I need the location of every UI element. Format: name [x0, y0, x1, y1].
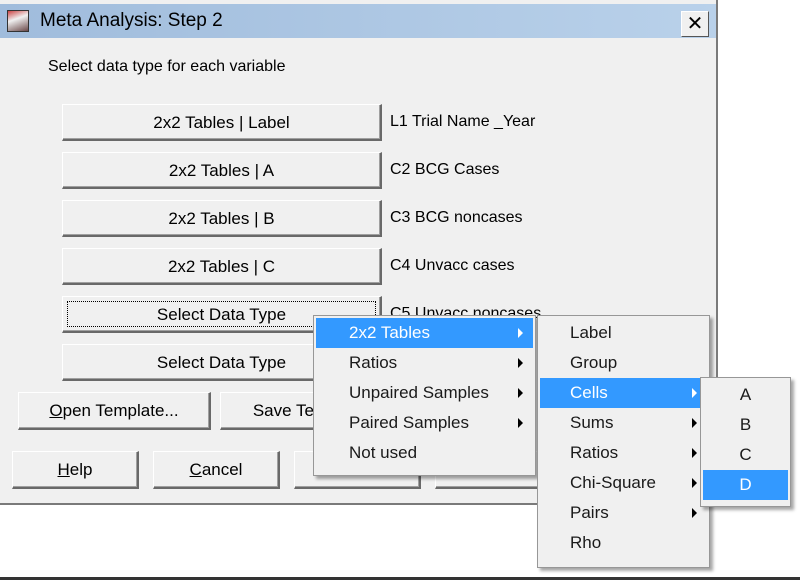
menu-item-label: Ratios: [349, 353, 398, 372]
2x2-tables-submenu: Label Group Cells Sums Ratios Chi-Square…: [537, 315, 710, 568]
submenu-arrow-icon: [692, 418, 697, 428]
submenu-arrow-icon: [692, 388, 697, 398]
submenu-arrow-icon: [518, 418, 523, 428]
variable-label-4: C4 Unvacc cases: [390, 257, 515, 274]
menu-item-unpaired-samples[interactable]: Unpaired Samples: [316, 378, 533, 408]
variable-label-1: L1 Trial Name _Year: [390, 113, 536, 130]
menu-item-label: Cells: [570, 383, 608, 402]
close-button[interactable]: ✕: [681, 11, 709, 37]
menu-item-label: Sums: [570, 413, 614, 432]
cancel-label: ancel: [201, 460, 243, 479]
open-mnemonic: O: [49, 401, 63, 420]
menu-item-rho[interactable]: Rho: [540, 528, 707, 558]
menu-item-ratios[interactable]: Ratios: [316, 348, 533, 378]
data-type-button-1[interactable]: 2x2 Tables | Label: [62, 104, 382, 141]
help-label: elp: [69, 460, 93, 479]
window-title: Meta Analysis: Step 2: [40, 10, 223, 31]
menu-item-cell-c[interactable]: C: [703, 440, 788, 470]
menu-item-label-type[interactable]: Label: [540, 318, 707, 348]
menu-item-label: Unpaired Samples: [349, 383, 489, 402]
menu-item-group[interactable]: Group: [540, 348, 707, 378]
menu-item-ratios-2[interactable]: Ratios: [540, 438, 707, 468]
menu-item-not-used[interactable]: Not used: [316, 438, 533, 468]
menu-item-cell-b[interactable]: B: [703, 410, 788, 440]
help-button[interactable]: Help: [12, 451, 139, 489]
menu-item-cell-a[interactable]: A: [703, 380, 788, 410]
title-bar: Meta Analysis: Step 2 ✕: [0, 4, 716, 38]
menu-item-pairs[interactable]: Pairs: [540, 498, 707, 528]
menu-item-label: 2x2 Tables: [349, 323, 430, 342]
menu-item-label: Rho: [570, 533, 602, 552]
help-mnemonic: H: [57, 460, 70, 479]
cancel-mnemonic: C: [189, 460, 202, 479]
instruction-text: Select data type for each variable: [48, 58, 286, 75]
submenu-arrow-icon: [518, 388, 523, 398]
submenu-arrow-icon: [518, 358, 523, 368]
menu-item-cell-d[interactable]: D: [703, 470, 788, 500]
menu-item-paired-samples[interactable]: Paired Samples: [316, 408, 533, 438]
cancel-button[interactable]: Cancel: [153, 451, 280, 489]
cells-submenu: A B C D: [700, 377, 791, 507]
close-icon: ✕: [686, 13, 704, 35]
submenu-arrow-icon: [692, 448, 697, 458]
open-label: pen Template...: [62, 401, 179, 420]
menu-item-label: Ratios: [570, 443, 619, 462]
submenu-arrow-icon: [518, 328, 523, 338]
menu-item-label: Paired Samples: [349, 413, 470, 432]
menu-item-label: Chi-Square: [570, 473, 656, 492]
menu-item-2x2-tables[interactable]: 2x2 Tables: [316, 318, 533, 348]
submenu-arrow-icon: [692, 508, 697, 518]
menu-item-chi-square[interactable]: Chi-Square: [540, 468, 707, 498]
data-type-button-3[interactable]: 2x2 Tables | B: [62, 200, 382, 237]
app-icon: [7, 10, 29, 32]
menu-item-cells[interactable]: Cells: [540, 378, 707, 408]
data-type-button-4[interactable]: 2x2 Tables | C: [62, 248, 382, 285]
variable-label-2: C2 BCG Cases: [390, 161, 500, 178]
data-type-menu: 2x2 Tables Ratios Unpaired Samples Paire…: [313, 315, 536, 476]
menu-item-label: Group: [570, 353, 618, 372]
menu-item-sums[interactable]: Sums: [540, 408, 707, 438]
submenu-arrow-icon: [692, 478, 697, 488]
data-type-button-2[interactable]: 2x2 Tables | A: [62, 152, 382, 189]
menu-item-label: Label: [570, 323, 612, 342]
open-template-button[interactable]: Open Template...: [18, 392, 211, 430]
variable-label-3: C3 BCG noncases: [390, 209, 523, 226]
menu-item-label: Pairs: [570, 503, 609, 522]
menu-item-label: Not used: [349, 443, 418, 462]
